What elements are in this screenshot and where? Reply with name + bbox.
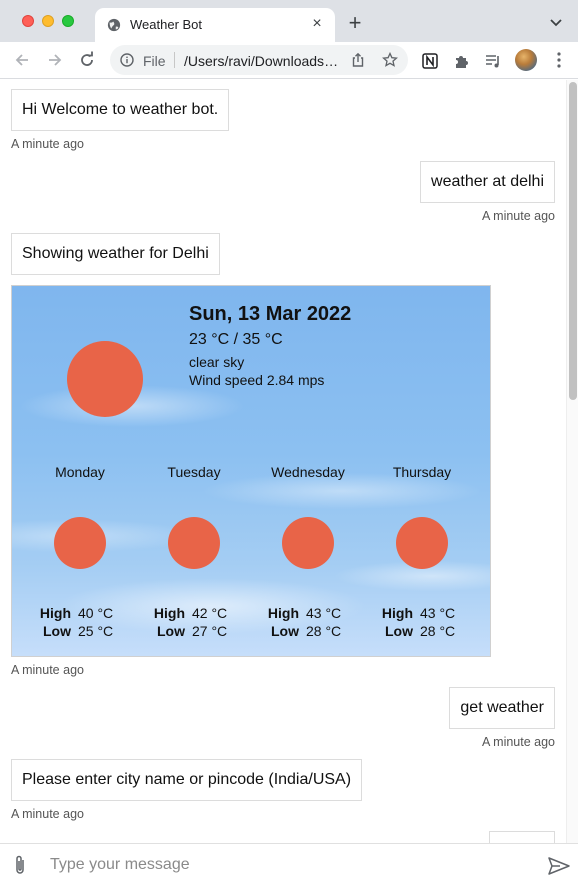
user-message-bubble: weather at delhi	[420, 161, 555, 203]
omnibox-divider	[174, 52, 175, 68]
forecast-low: 27 °C	[192, 623, 228, 639]
message-input[interactable]	[40, 850, 530, 880]
sun-icon	[396, 517, 448, 569]
sun-icon	[54, 517, 106, 569]
user-message-bubble-partial	[489, 831, 555, 843]
forecast-day: Wednesday High 43 °C Low 28 °C	[251, 464, 365, 639]
forecast-day-name: Monday	[55, 464, 105, 480]
bot-message-bubble: Showing weather for Delhi	[11, 233, 220, 275]
sun-icon	[282, 517, 334, 569]
message-timestamp: A minute ago	[482, 209, 555, 223]
bookmark-star-icon[interactable]	[382, 52, 398, 68]
weather-description: clear sky	[189, 354, 245, 370]
forecast-day-name: Thursday	[392, 464, 452, 480]
forecast-day-name: Wednesday	[271, 464, 345, 480]
weather-date: Sun, 13 Mar 2022	[189, 303, 352, 325]
low-label: Low	[385, 623, 413, 639]
message-timestamp: A minute ago	[11, 137, 84, 151]
url-text[interactable]: /Users/ravi/Downloads/index.html	[184, 53, 340, 69]
chevron-down-icon[interactable]	[548, 14, 564, 30]
message-timestamp: A minute ago	[11, 807, 84, 821]
share-icon[interactable]	[350, 52, 366, 68]
low-label: Low	[43, 623, 71, 639]
profile-avatar[interactable]	[515, 49, 537, 71]
forecast-high: 40 °C	[78, 605, 114, 621]
forecast-day: Tuesday High 42 °C Low 27 °C	[137, 464, 251, 639]
high-label: High	[267, 605, 299, 621]
forward-arrow-icon[interactable]	[45, 50, 65, 70]
browser-toolbar: File /Users/ravi/Downloads/index.html	[0, 42, 578, 79]
sun-icon	[168, 517, 220, 569]
tab-close-icon[interactable]: ×	[307, 14, 327, 34]
user-message-bubble: get weather	[449, 687, 555, 729]
bot-message-bubble: Please enter city name or pincode (India…	[11, 759, 363, 801]
browser-titlebar: Weather Bot × +	[0, 0, 578, 42]
media-queue-icon[interactable]	[484, 52, 502, 70]
message-timestamp: A minute ago	[482, 735, 555, 749]
extensions-puzzle-icon[interactable]	[453, 52, 471, 70]
new-tab-button[interactable]: +	[344, 12, 366, 34]
weather-wind-speed: Wind speed 2.84 mps	[189, 372, 325, 388]
forecast-low: 28 °C	[306, 623, 342, 639]
chat-scrollbar[interactable]	[566, 80, 578, 843]
forecast-day: Thursday High 43 °C Low 28 °C	[365, 464, 479, 639]
low-label: Low	[271, 623, 299, 639]
scrollbar-thumb[interactable]	[569, 82, 577, 400]
notion-extension-icon[interactable]	[421, 52, 439, 70]
back-arrow-icon[interactable]	[12, 50, 32, 70]
window-minimize-button[interactable]	[42, 15, 54, 27]
forecast-low: 28 °C	[420, 623, 456, 639]
high-label: High	[39, 605, 71, 621]
scheme-label: File	[143, 53, 166, 69]
message-timestamp: A minute ago	[11, 663, 84, 677]
forecast-low: 25 °C	[78, 623, 114, 639]
paperclip-icon[interactable]	[12, 854, 28, 876]
address-bar[interactable]: File /Users/ravi/Downloads/index.html	[110, 45, 408, 75]
weather-temp-range: 23 °C / 35 °C	[189, 331, 283, 348]
chat-messages[interactable]: Hi Welcome to weather bot. A minute ago …	[0, 80, 566, 843]
message-composer	[0, 843, 578, 884]
bot-message-bubble: Hi Welcome to weather bot.	[11, 89, 230, 131]
globe-icon	[107, 18, 121, 32]
high-label: High	[381, 605, 413, 621]
window-maximize-button[interactable]	[62, 15, 74, 27]
tab-title: Weather Bot	[130, 17, 203, 32]
info-icon[interactable]	[120, 53, 134, 67]
send-icon[interactable]	[547, 856, 571, 876]
more-menu-icon[interactable]	[557, 52, 561, 68]
forecast-high: 43 °C	[306, 605, 342, 621]
browser-tab[interactable]: Weather Bot ×	[95, 8, 335, 42]
high-label: High	[153, 605, 185, 621]
forecast-day-name: Tuesday	[167, 464, 221, 480]
forecast-day: Monday High 40 °C Low 25 °C	[23, 464, 137, 639]
forecast-high: 43 °C	[420, 605, 456, 621]
sun-icon	[67, 341, 143, 417]
low-label: Low	[157, 623, 185, 639]
reload-icon[interactable]	[77, 50, 97, 70]
forecast-high: 42 °C	[192, 605, 228, 621]
window-close-button[interactable]	[22, 15, 34, 27]
weather-card: Sun, 13 Mar 2022 23 °C / 35 °C clear sky…	[11, 285, 491, 657]
